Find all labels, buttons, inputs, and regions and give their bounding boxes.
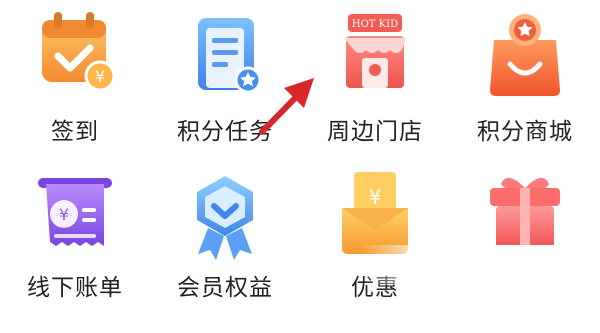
points-task-tile[interactable]: 积分任务	[150, 0, 300, 166]
calendar-check-icon: ¥	[20, 8, 130, 104]
member-benefits-label: 会员权益	[177, 275, 273, 301]
sign-in-label: 签到	[51, 119, 99, 145]
gift-tile[interactable]	[450, 160, 600, 326]
coupon-tile[interactable]: ¥ 优惠	[300, 160, 450, 326]
member-benefits-tile[interactable]: 会员权益	[150, 160, 300, 326]
points-task-label: 积分任务	[177, 119, 273, 145]
nearby-store-label: 周边门店	[327, 119, 423, 145]
store-sign-text: HOT KID	[352, 19, 398, 30]
shopping-bag-icon	[470, 8, 580, 104]
bill-icon: ¥	[20, 168, 130, 264]
badge-check-icon	[170, 168, 280, 264]
offline-bill-tile[interactable]: ¥ 线下账单	[0, 160, 150, 326]
faded-overlay	[360, 245, 600, 285]
coupon-currency: ¥	[369, 185, 382, 209]
svg-text:¥: ¥	[95, 67, 105, 86]
points-mall-tile[interactable]: 积分商城	[450, 0, 600, 166]
offline-bill-label: 线下账单	[27, 275, 123, 301]
bill-currency: ¥	[59, 205, 69, 224]
nearby-store-tile[interactable]: HOT KID 周边门店	[300, 0, 450, 166]
task-list-icon	[170, 8, 280, 104]
sign-in-tile[interactable]: ¥ 签到	[0, 0, 150, 166]
points-mall-label: 积分商城	[477, 119, 573, 145]
store-icon: HOT KID	[320, 8, 430, 104]
